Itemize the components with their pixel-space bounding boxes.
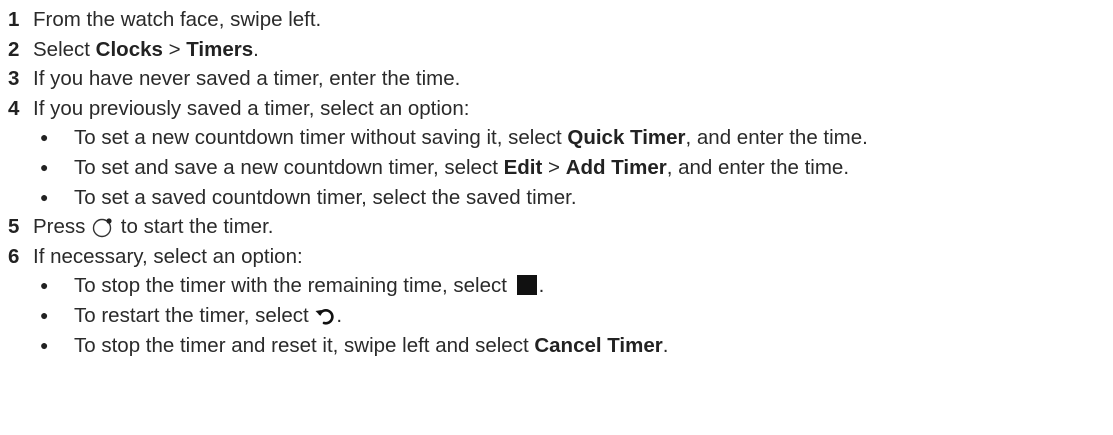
step-2: 2 Select Clocks > Timers. (0, 35, 1113, 65)
sub-item: ● To stop the timer with the remaining t… (0, 271, 1113, 301)
sub-text: To stop the timer with the remaining tim… (74, 274, 545, 298)
sub-text: To set a saved countdown timer, select t… (74, 185, 577, 209)
sub-text: To stop the timer and reset it, swipe le… (74, 333, 669, 357)
step-number: 1 (8, 8, 20, 31)
step-text: If necessary, select an option: (33, 244, 303, 268)
sub-text: To set and save a new countdown timer, s… (74, 155, 850, 179)
sub-text: To set a new countdown timer without sav… (74, 126, 868, 150)
step-text: Press to start the timer. (33, 212, 273, 242)
step-number: 4 (8, 96, 20, 120)
step-text: If you previously saved a timer, select … (33, 96, 470, 120)
menu-cancel-timer: Cancel Timer (534, 333, 663, 357)
menu-clocks: Clocks (95, 37, 163, 61)
step-number: 3 (8, 67, 20, 91)
menu-quick-timer: Quick Timer (567, 126, 686, 150)
step-text: Select Clocks > Timers. (33, 37, 259, 61)
stop-square-icon (516, 275, 537, 296)
menu-add-timer: Add Timer (565, 155, 667, 179)
instruction-list: 1 From the watch face, swipe left. 2 Sel… (0, 0, 1113, 360)
sub-item: ● To set a new countdown timer without s… (0, 123, 1113, 153)
bullet-icon: ● (40, 188, 49, 205)
step-4: 4 If you previously saved a timer, selec… (0, 94, 1113, 124)
bullet-icon: ● (40, 306, 49, 323)
bullet-icon: ● (40, 336, 49, 353)
step-number: 2 (8, 37, 20, 61)
step-1: 1 From the watch face, swipe left. (0, 5, 1113, 35)
menu-edit: Edit (503, 155, 543, 179)
step-text: If you have never saved a timer, enter t… (33, 67, 461, 91)
sub-item: ● To stop the timer and reset it, swipe … (0, 331, 1113, 361)
watch-button-icon (91, 213, 115, 243)
step-number: 6 (8, 244, 20, 268)
step-3: 3 If you have never saved a timer, enter… (0, 64, 1113, 94)
step-5: 5 Press to start the timer. (0, 212, 1113, 242)
sub-text: To restart the timer, select . (74, 301, 342, 331)
step-6: 6 If necessary, select an option: (0, 242, 1113, 272)
sub-item: ● To set and save a new countdown timer,… (0, 153, 1113, 183)
menu-timers: Timers (186, 37, 254, 61)
bullet-icon: ● (40, 277, 49, 294)
step-number: 5 (8, 215, 20, 239)
sub-item: ● To restart the timer, select . (0, 301, 1113, 331)
restart-arrow-icon (314, 302, 336, 332)
bullet-icon: ● (40, 158, 49, 175)
step-text: From the watch face, swipe left. (33, 8, 322, 31)
sub-item: ● To set a saved countdown timer, select… (0, 183, 1113, 213)
bullet-icon: ● (40, 129, 49, 146)
